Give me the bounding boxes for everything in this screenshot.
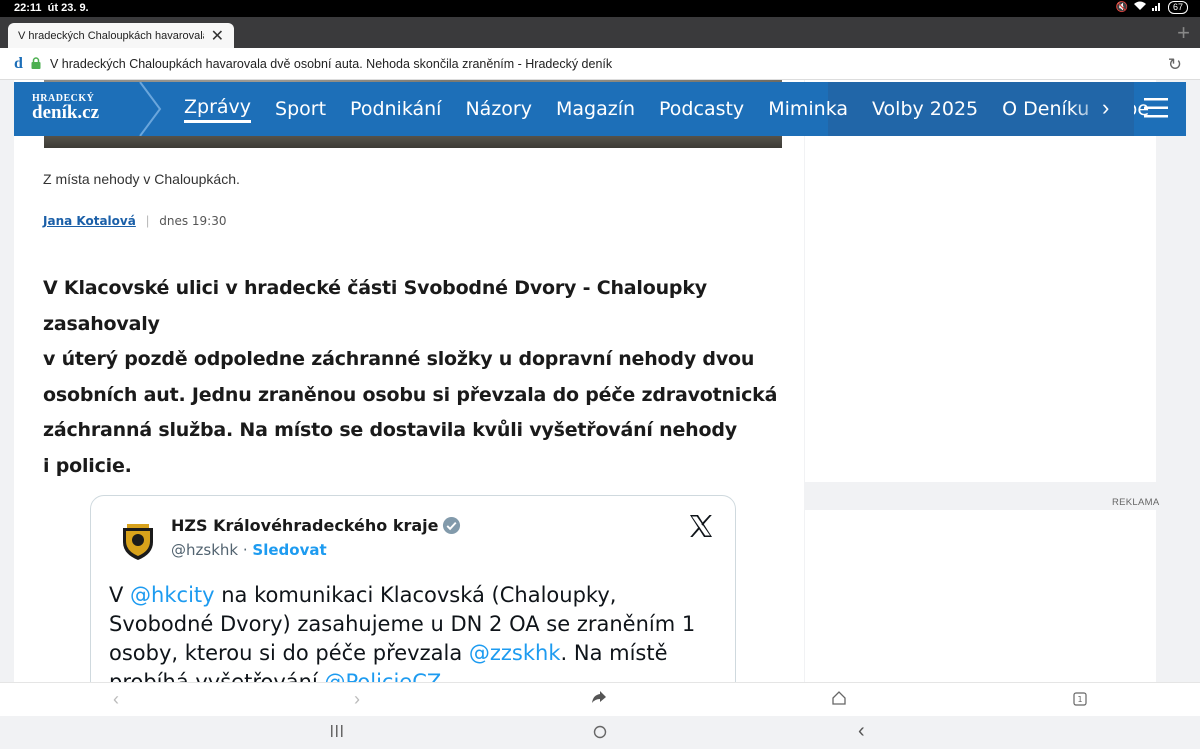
hamburger-menu-icon[interactable] xyxy=(1144,97,1168,119)
forward-icon[interactable]: › xyxy=(354,689,360,710)
tweet-author-name[interactable]: HZS Královéhradeckého kraje xyxy=(171,516,461,535)
system-nav-bar: ‹ xyxy=(0,716,1200,749)
status-icons: 🔇 67 xyxy=(1116,1,1188,14)
x-logo-icon[interactable] xyxy=(687,512,715,540)
ad-box[interactable] xyxy=(805,510,1156,682)
reload-icon[interactable]: ↻ xyxy=(1168,55,1182,75)
sidebar-ad-slot xyxy=(805,80,1156,482)
new-tab-icon[interactable]: + xyxy=(1177,20,1190,46)
site-logo[interactable]: HRADECKÝ deník.cz xyxy=(14,82,170,136)
tabs-count-icon[interactable]: 1 xyxy=(1073,690,1087,711)
nav-scroll-right-icon[interactable]: › xyxy=(1102,95,1109,121)
photo-caption: Z místa nehody v Chaloupkách. xyxy=(43,171,240,187)
verified-badge-icon xyxy=(443,516,461,535)
brand-name: deník.cz xyxy=(32,102,100,123)
battery-icon: 67 xyxy=(1167,1,1188,14)
publish-date: dnes 19:30 xyxy=(159,213,227,228)
tweet-text: V @hkcity na komunikaci Klacovská (Chalo… xyxy=(109,581,709,682)
address-bar[interactable]: d V hradeckých Chaloupkách havarovala dv… xyxy=(0,48,1200,80)
lead-line: v úterý pozdě odpoledne záchranné složky… xyxy=(43,348,755,370)
byline: Jana Kotalová | dnes 19:30 xyxy=(43,213,226,228)
article-card: Z místa nehody v Chaloupkách. Jana Kotal… xyxy=(14,80,804,682)
mention-link[interactable]: @PolicieCZ xyxy=(324,670,441,682)
signal-icon xyxy=(1151,1,1162,14)
nav-item-sport[interactable]: Sport xyxy=(275,98,326,120)
back-icon[interactable]: ‹ xyxy=(113,689,119,710)
system-back-icon[interactable]: ‹ xyxy=(858,720,865,743)
nav-item-nazory[interactable]: Názory xyxy=(465,98,532,120)
recent-apps-icon[interactable] xyxy=(330,724,344,742)
ad-label: REKLAMA xyxy=(1112,497,1160,508)
mention-link[interactable]: @hkcity xyxy=(130,583,215,607)
page-viewport: Z místa nehody v Chaloupkách. Jana Kotal… xyxy=(0,80,1200,682)
home-icon[interactable] xyxy=(832,689,846,710)
site-header: HRADECKÝ deník.cz Zprávy Sport Podnikání… xyxy=(14,82,1186,136)
nav-item-miminka[interactable]: Miminka xyxy=(768,98,848,120)
lead-line: V Klacovské ulici v hradecké části Svobo… xyxy=(43,277,707,335)
nav-item-volby[interactable]: Volby 2025 xyxy=(872,98,978,120)
byline-separator: | xyxy=(145,213,150,228)
logo-chevron-icon xyxy=(139,82,162,136)
nav-item-podnikani[interactable]: Podnikání xyxy=(350,98,441,120)
lead-line: i policie. xyxy=(43,454,132,477)
browser-tab[interactable]: V hradeckých Chaloupkách havarovala d...… xyxy=(8,23,234,48)
nav-item-podcasty[interactable]: Podcasty xyxy=(659,98,744,120)
svg-text:1: 1 xyxy=(1077,695,1082,704)
close-tab-icon[interactable]: ✕ xyxy=(211,26,224,46)
share-icon[interactable] xyxy=(591,688,607,709)
author-link[interactable]: Jana Kotalová xyxy=(43,214,136,228)
article-lead: V Klacovské ulici v hradecké části Svobo… xyxy=(43,271,793,484)
tab-title: V hradeckých Chaloupkách havarovala d... xyxy=(18,29,204,42)
tab-strip: V hradeckých Chaloupkách havarovala d...… xyxy=(0,17,1200,48)
status-bar: 22:11 út 23. 9. 🔇 67 xyxy=(0,0,1200,17)
lead-line: osobních aut. Jednu zraněnou osobu si př… xyxy=(43,383,778,406)
tweet-handle-line: @hzskhk · Sledovat xyxy=(171,541,327,559)
mention-link[interactable]: @zzskhk xyxy=(469,641,561,665)
lead-line: záchranná služba. Na místo se dostavila … xyxy=(43,419,737,441)
wifi-icon xyxy=(1133,1,1146,14)
embedded-tweet[interactable]: HZS Královéhradeckého kraje @hzskhk · Sl… xyxy=(90,495,736,682)
site-favicon: d xyxy=(14,55,23,72)
mute-icon: 🔇 xyxy=(1115,2,1128,13)
status-time: 22:11 út 23. 9. xyxy=(14,2,89,14)
tweet-handle[interactable]: @hzskhk xyxy=(171,541,238,559)
follow-link[interactable]: Sledovat xyxy=(252,541,326,559)
nav-item-zpravy[interactable]: Zprávy xyxy=(184,96,252,123)
url-text[interactable]: V hradeckých Chaloupkách havarovala dvě … xyxy=(50,57,612,71)
browser-toolbar: ‹ › 1 xyxy=(0,682,1200,716)
nav-item-magazin[interactable]: Magazín xyxy=(556,98,635,120)
handle-dot: · xyxy=(242,541,248,559)
lock-icon xyxy=(31,57,41,69)
hzs-emblem-avatar[interactable] xyxy=(117,520,159,562)
main-nav: Zprávy Sport Podnikání Názory Magazín Po… xyxy=(184,82,1173,136)
home-button-icon[interactable] xyxy=(593,725,607,744)
